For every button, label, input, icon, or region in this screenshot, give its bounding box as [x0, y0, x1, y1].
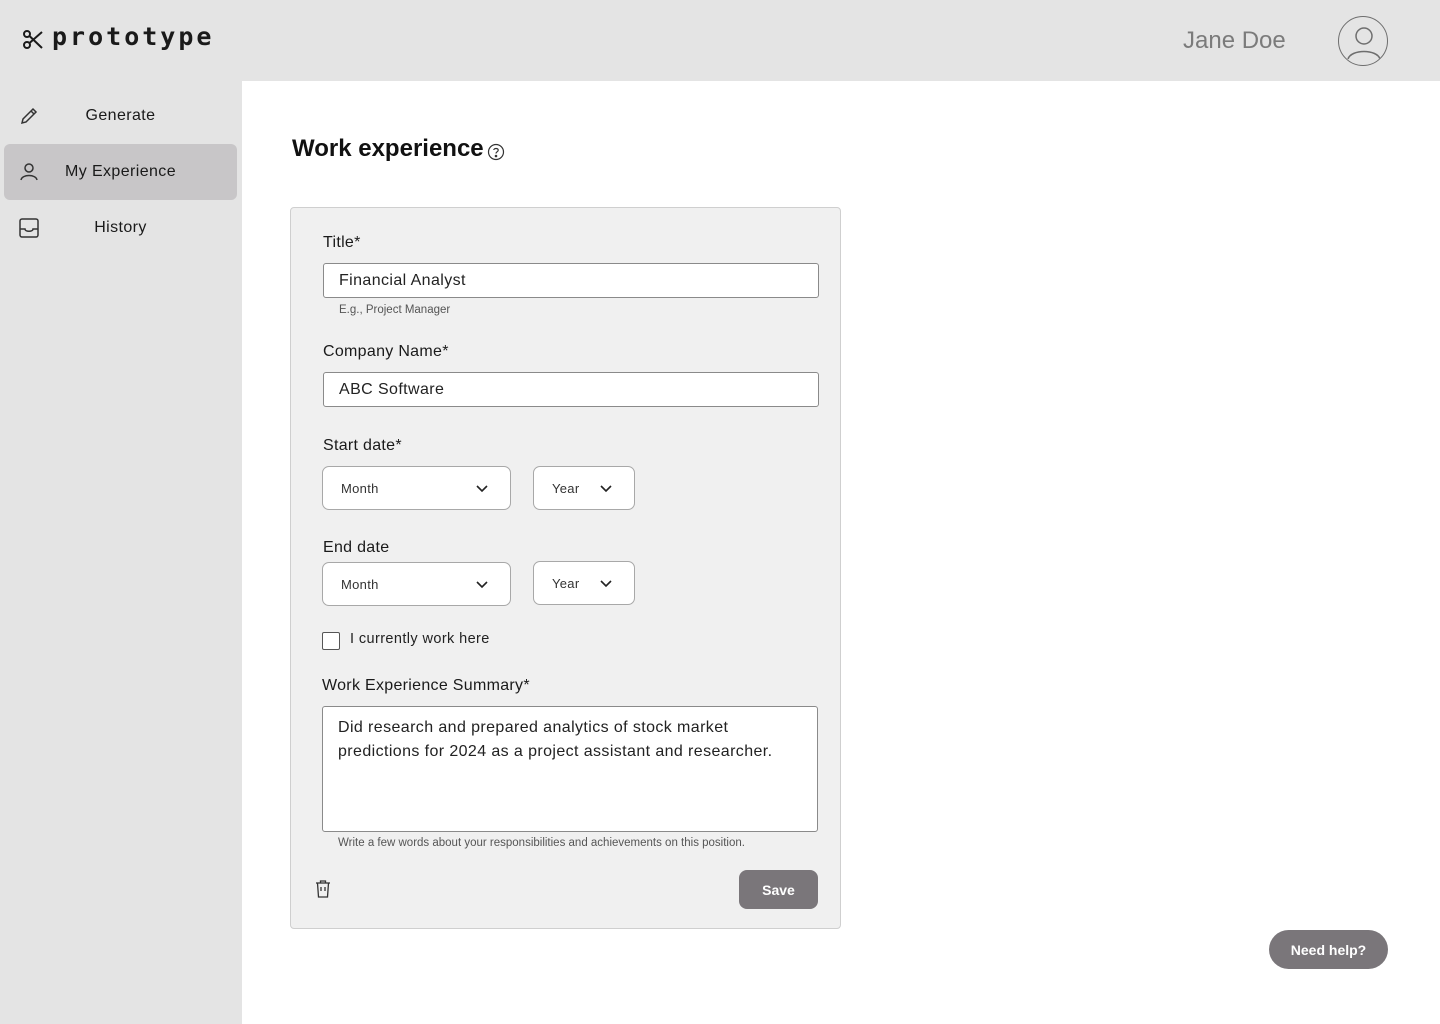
logo[interactable]: prototype	[22, 22, 214, 51]
need-help-button[interactable]: Need help?	[1269, 930, 1388, 969]
page-title: Work experience	[292, 135, 484, 162]
pencil-icon	[20, 107, 38, 125]
main-content: Work experience Title* E.g., Project Man…	[242, 81, 1440, 1024]
chevron-down-icon	[476, 485, 488, 493]
inbox-icon	[19, 218, 39, 238]
chevron-down-icon	[600, 580, 612, 588]
end-month-value: Month	[341, 576, 379, 592]
person-icon	[20, 163, 38, 181]
title-label: Title*	[323, 234, 361, 251]
scissors-icon	[23, 29, 43, 49]
end-month-select[interactable]: Month	[322, 562, 511, 606]
sidebar-item-history[interactable]: History	[4, 200, 237, 256]
end-year-value: Year	[552, 575, 580, 591]
save-button[interactable]: Save	[739, 870, 818, 909]
start-date-label: Start date*	[323, 437, 402, 454]
currently-work-checkbox[interactable]	[322, 632, 340, 650]
company-field[interactable]	[323, 372, 819, 407]
sidebar-item-my-experience[interactable]: My Experience	[4, 144, 237, 200]
app-name: prototype	[52, 22, 215, 51]
summary-textarea[interactable]: Did research and prepared analytics of s…	[322, 706, 818, 832]
trash-icon[interactable]	[314, 879, 332, 899]
sidebar: Generate My Experience History	[0, 81, 242, 1024]
end-date-label: End date	[323, 539, 390, 556]
user-avatar-icon	[1347, 27, 1381, 60]
user-name: Jane Doe	[1183, 27, 1286, 54]
chevron-down-icon	[476, 581, 488, 589]
currently-work-label: I currently work here	[350, 631, 490, 647]
work-experience-form: Title* E.g., Project Manager Company Nam…	[290, 207, 841, 929]
summary-hint: Write a few words about your responsibil…	[338, 837, 745, 849]
title-hint: E.g., Project Manager	[339, 304, 451, 316]
start-month-value: Month	[341, 480, 379, 496]
title-field[interactable]	[323, 263, 819, 298]
avatar[interactable]	[1338, 16, 1388, 66]
top-header: prototype Jane Doe	[0, 0, 1440, 81]
start-year-value: Year	[552, 480, 580, 496]
chevron-down-icon	[600, 485, 612, 493]
sidebar-item-generate[interactable]: Generate	[4, 88, 237, 144]
question-circle-icon[interactable]	[487, 143, 505, 161]
start-month-select[interactable]: Month	[322, 466, 511, 510]
summary-label: Work Experience Summary*	[322, 677, 530, 694]
end-year-select[interactable]: Year	[533, 561, 635, 605]
company-label: Company Name*	[323, 343, 449, 360]
start-year-select[interactable]: Year	[533, 466, 635, 510]
